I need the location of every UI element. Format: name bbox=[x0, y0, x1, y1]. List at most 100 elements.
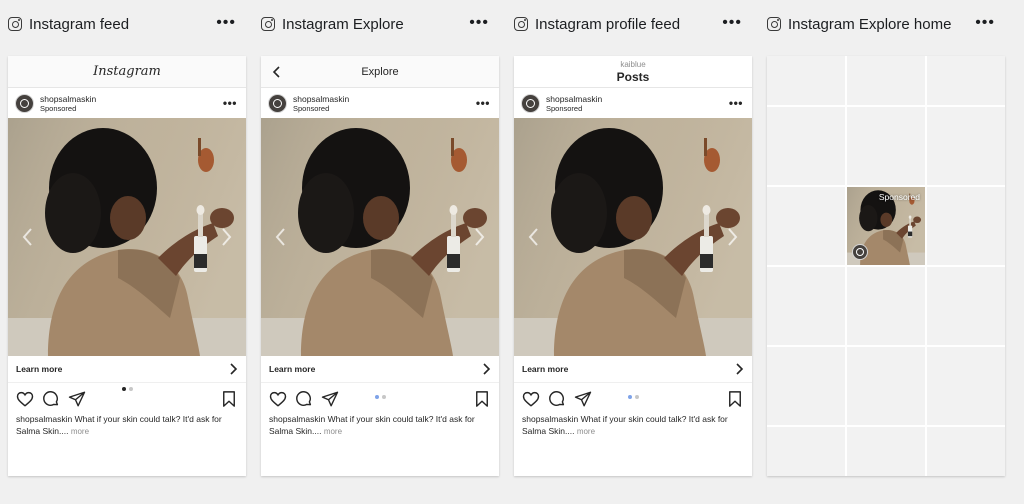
more-horizontal-icon[interactable]: ••• bbox=[216, 14, 236, 32]
send-icon[interactable] bbox=[574, 390, 592, 408]
send-icon[interactable] bbox=[68, 390, 86, 408]
sponsored-label: Sponsored bbox=[293, 103, 330, 113]
chevron-left-icon[interactable] bbox=[269, 64, 285, 80]
placement-column-feed: Instagram feed ••• Instagram shopsalmask… bbox=[8, 0, 246, 504]
post-username[interactable]: shopsalmaskin bbox=[546, 94, 602, 104]
app-topbar: Explore bbox=[261, 56, 499, 88]
more-horizontal-icon[interactable]: ••• bbox=[722, 14, 742, 32]
comment-icon[interactable] bbox=[548, 390, 566, 408]
profile-username: kaiblue bbox=[620, 59, 646, 69]
heart-icon[interactable] bbox=[16, 390, 34, 408]
sponsored-label: Sponsored bbox=[878, 192, 920, 202]
post-actions bbox=[514, 383, 752, 413]
bookmark-icon[interactable] bbox=[726, 390, 744, 408]
comment-icon[interactable] bbox=[295, 390, 313, 408]
chevron-right-icon[interactable] bbox=[471, 227, 487, 247]
learn-more-button[interactable]: Learn more bbox=[8, 356, 246, 383]
post-header: shopsalmaskin Sponsored ••• bbox=[8, 88, 246, 118]
avatar[interactable] bbox=[521, 93, 540, 113]
cta-label: Learn more bbox=[16, 364, 63, 374]
post-username[interactable]: shopsalmaskin bbox=[293, 94, 349, 104]
more-horizontal-icon[interactable]: ••• bbox=[476, 96, 490, 110]
carousel-dot bbox=[634, 395, 639, 399]
placement-title: Instagram profile feed bbox=[535, 15, 681, 33]
more-horizontal-icon[interactable]: ••• bbox=[975, 14, 995, 32]
avatar bbox=[852, 244, 868, 260]
caption-more-link[interactable]: more bbox=[577, 427, 595, 436]
cta-label: Learn more bbox=[522, 364, 569, 374]
carousel-dot bbox=[381, 395, 386, 399]
topbar-title: Explore bbox=[361, 65, 399, 78]
more-horizontal-icon[interactable]: ••• bbox=[469, 14, 489, 32]
chevron-right-icon bbox=[483, 363, 491, 375]
carousel-dot-active bbox=[374, 395, 379, 399]
placement-header: Instagram feed ••• bbox=[8, 12, 246, 36]
carousel-dot-active bbox=[627, 395, 632, 399]
grid-divider bbox=[767, 105, 1005, 107]
chevron-left-icon[interactable] bbox=[20, 227, 36, 247]
post-image[interactable] bbox=[261, 118, 499, 356]
topbar-title: Posts bbox=[616, 69, 650, 84]
grid-divider bbox=[767, 425, 1005, 427]
placement-header: Instagram profile feed ••• bbox=[514, 12, 752, 36]
placement-title: Instagram feed bbox=[29, 15, 130, 33]
chevron-right-icon[interactable] bbox=[724, 227, 740, 247]
grid-divider bbox=[767, 345, 1005, 347]
post-header: shopsalmaskin Sponsored ••• bbox=[261, 88, 499, 118]
placement-title: Instagram Explore home bbox=[788, 15, 952, 33]
caption-more-link[interactable]: more bbox=[324, 427, 342, 436]
app-topbar: Instagram bbox=[8, 56, 246, 88]
chevron-right-icon bbox=[736, 363, 744, 375]
placement-column-profile-feed: Instagram profile feed ••• kaiblue Posts… bbox=[514, 0, 752, 504]
comment-icon[interactable] bbox=[42, 390, 60, 408]
profile-feed-preview: kaiblue Posts shopsalmaskin Sponsored ••… bbox=[514, 56, 752, 476]
instagram-icon bbox=[8, 17, 22, 31]
grid-divider bbox=[767, 265, 1005, 267]
learn-more-button[interactable]: Learn more bbox=[514, 356, 752, 383]
post-image[interactable] bbox=[514, 118, 752, 356]
instagram-icon bbox=[514, 17, 528, 31]
carousel-dot bbox=[128, 387, 133, 391]
heart-icon[interactable] bbox=[522, 390, 540, 408]
caption-username[interactable]: shopsalmaskin bbox=[269, 414, 325, 424]
sponsored-label: Sponsored bbox=[546, 103, 583, 113]
bookmark-icon[interactable] bbox=[473, 390, 491, 408]
more-horizontal-icon[interactable]: ••• bbox=[729, 96, 743, 110]
post-actions bbox=[8, 383, 246, 413]
sponsored-tile[interactable]: Sponsored bbox=[847, 187, 925, 265]
heart-icon[interactable] bbox=[269, 390, 287, 408]
placement-column-explore: Instagram Explore ••• Explore shopsalmas… bbox=[261, 0, 499, 504]
bookmark-icon[interactable] bbox=[220, 390, 238, 408]
caption-username[interactable]: shopsalmaskin bbox=[16, 414, 72, 424]
cta-label: Learn more bbox=[269, 364, 316, 374]
post-caption: shopsalmaskin What if your skin could ta… bbox=[261, 413, 499, 438]
profile-topbar: kaiblue Posts bbox=[514, 56, 752, 88]
feed-preview: Instagram shopsalmaskin Sponsored ••• Le… bbox=[8, 56, 246, 476]
carousel-dot-active bbox=[121, 387, 126, 391]
placement-column-explore-home: Instagram Explore home ••• Sponsored bbox=[767, 0, 1005, 504]
send-icon[interactable] bbox=[321, 390, 339, 408]
chevron-left-icon[interactable] bbox=[273, 227, 289, 247]
post-header: shopsalmaskin Sponsored ••• bbox=[514, 88, 752, 118]
caption-username[interactable]: shopsalmaskin bbox=[522, 414, 578, 424]
explore-preview: Explore shopsalmaskin Sponsored ••• Lear… bbox=[261, 56, 499, 476]
instagram-icon bbox=[767, 17, 781, 31]
chevron-right-icon[interactable] bbox=[218, 227, 234, 247]
placement-title: Instagram Explore bbox=[282, 15, 404, 33]
chevron-left-icon[interactable] bbox=[526, 227, 542, 247]
caption-more-link[interactable]: more bbox=[71, 427, 89, 436]
post-caption: shopsalmaskin What if your skin could ta… bbox=[8, 413, 246, 438]
post-caption: shopsalmaskin What if your skin could ta… bbox=[514, 413, 752, 438]
learn-more-button[interactable]: Learn more bbox=[261, 356, 499, 383]
avatar[interactable] bbox=[268, 93, 287, 113]
post-username[interactable]: shopsalmaskin bbox=[40, 94, 96, 104]
avatar[interactable] bbox=[15, 93, 34, 113]
chevron-right-icon bbox=[230, 363, 238, 375]
post-image[interactable] bbox=[8, 118, 246, 356]
placement-header: Instagram Explore home ••• bbox=[767, 12, 1005, 36]
sponsored-label: Sponsored bbox=[40, 103, 77, 113]
post-actions bbox=[261, 383, 499, 413]
instagram-icon bbox=[261, 17, 275, 31]
explore-grid-preview: Sponsored bbox=[767, 56, 1005, 476]
more-horizontal-icon[interactable]: ••• bbox=[223, 96, 237, 110]
